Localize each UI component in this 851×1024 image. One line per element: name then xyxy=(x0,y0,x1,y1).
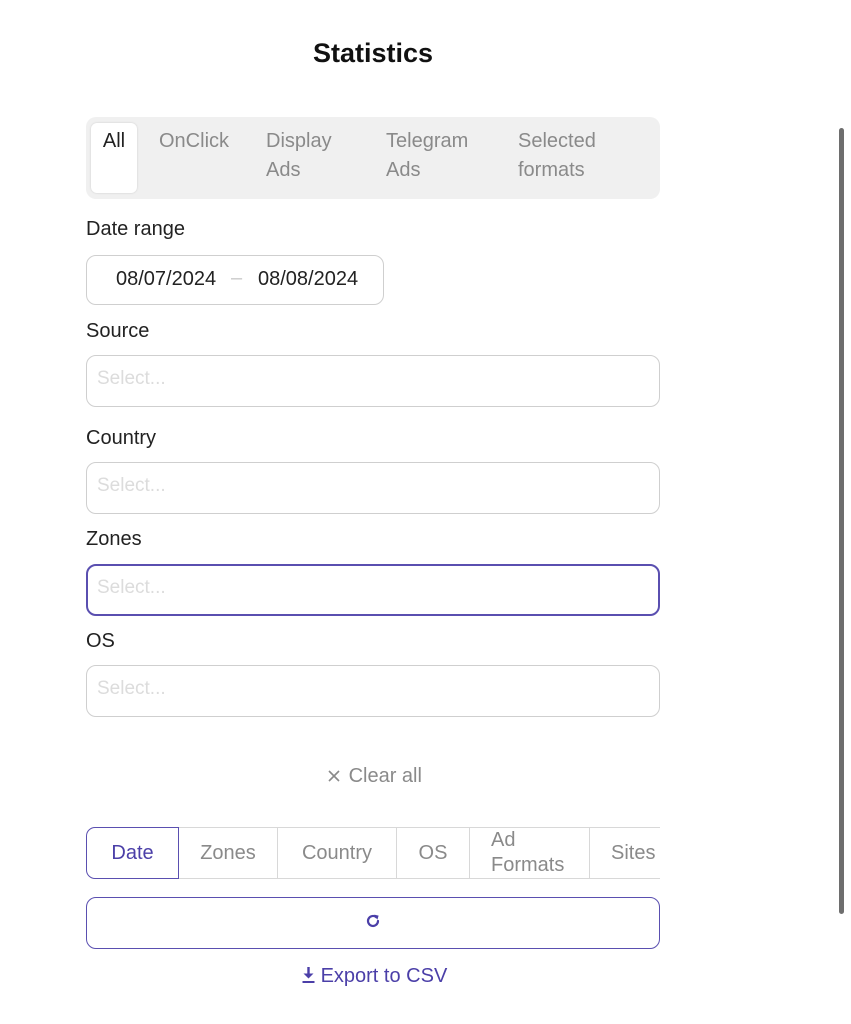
tab-label: Selected xyxy=(518,130,596,152)
format-tabs: All OnClick Display Ads Telegram Ads Sel… xyxy=(86,117,660,199)
date-separator: – xyxy=(231,267,243,289)
tab-label: Ads xyxy=(386,159,421,181)
tab-label: OnClick xyxy=(159,130,230,152)
scrollbar[interactable] xyxy=(839,128,844,914)
group-tab-date[interactable]: Date xyxy=(86,827,179,879)
export-csv-link[interactable]: Export to CSV xyxy=(302,965,447,988)
date-range-label: Date range xyxy=(86,218,185,240)
tab-onclick[interactable]: OnClick xyxy=(159,123,229,156)
tab-label: Ads xyxy=(266,159,301,181)
download-icon xyxy=(302,965,321,987)
os-select[interactable]: Select... xyxy=(86,665,660,717)
date-start-input[interactable]: 08/07/2024 xyxy=(116,268,216,291)
country-select[interactable]: Select... xyxy=(86,462,660,514)
os-placeholder: Select... xyxy=(97,678,166,699)
os-label: OS xyxy=(86,630,115,652)
group-by-tabs: Date Zones Country OS Ad Formats Sites xyxy=(86,827,660,880)
group-tab-label: Zones xyxy=(200,841,256,864)
tab-label: Display xyxy=(266,130,332,152)
group-tab-ad-formats[interactable]: Ad Formats xyxy=(470,827,590,879)
zones-placeholder: Select... xyxy=(97,577,166,598)
group-tab-os[interactable]: OS xyxy=(397,827,470,879)
zones-select[interactable]: Select... xyxy=(86,564,660,616)
close-icon xyxy=(327,765,347,787)
source-select[interactable]: Select... xyxy=(86,355,660,407)
clear-all-label: Clear all xyxy=(348,765,422,787)
group-tab-zones[interactable]: Zones xyxy=(179,827,278,879)
source-placeholder: Select... xyxy=(97,368,166,389)
zones-label: Zones xyxy=(86,528,142,550)
tab-selected-formats[interactable]: Selected formats xyxy=(518,123,596,185)
clear-all-button[interactable]: Clear all xyxy=(327,765,422,788)
group-tab-label: Date xyxy=(111,841,154,864)
refresh-button[interactable] xyxy=(86,897,660,949)
date-end-input[interactable]: 08/08/2024 xyxy=(258,268,358,291)
group-tab-sites[interactable]: Sites xyxy=(590,827,660,879)
tab-all[interactable]: All xyxy=(91,123,137,193)
group-tab-country[interactable]: Country xyxy=(278,827,397,879)
tab-display-ads[interactable]: Display Ads xyxy=(266,123,332,185)
group-tab-label: Country xyxy=(301,841,373,864)
group-tab-label: Formats xyxy=(491,854,565,876)
tab-telegram-ads[interactable]: Telegram Ads xyxy=(386,123,468,185)
export-csv-label: Export to CSV xyxy=(320,965,448,987)
group-tab-label: Sites xyxy=(611,841,656,864)
tab-label: formats xyxy=(518,159,585,181)
country-placeholder: Select... xyxy=(97,475,166,496)
group-tab-label: Ad xyxy=(491,829,516,851)
group-tab-label: OS xyxy=(418,841,448,864)
page-title: Statistics xyxy=(312,38,434,68)
source-label: Source xyxy=(86,320,150,342)
tab-label: All xyxy=(102,130,126,152)
refresh-icon xyxy=(364,912,382,935)
statistics-page: Statistics All OnClick Display Ads Teleg… xyxy=(0,0,851,1024)
tab-label: Telegram xyxy=(386,130,469,152)
country-label: Country xyxy=(86,427,157,449)
date-range-picker[interactable]: 08/07/2024 – 08/08/2024 xyxy=(86,255,384,305)
